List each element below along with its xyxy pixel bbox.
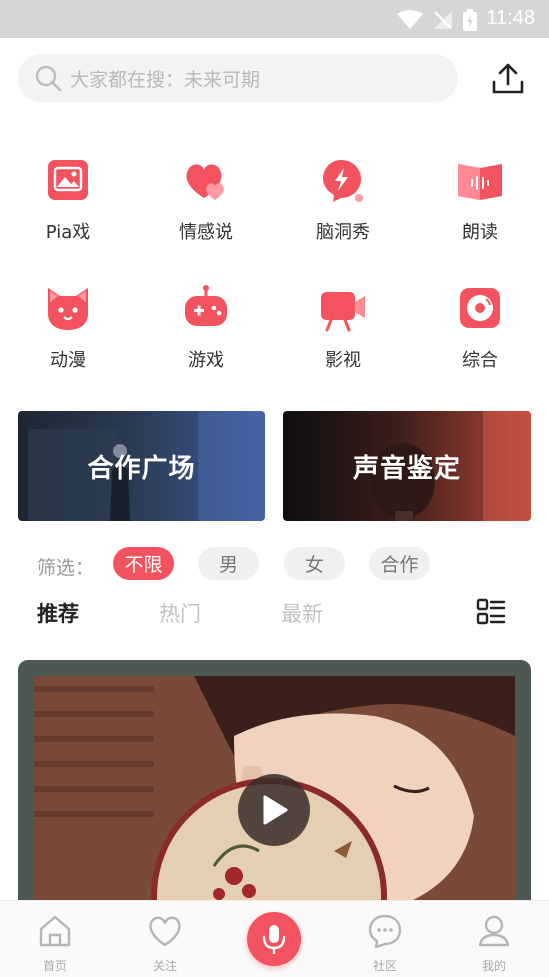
play-icon [263, 795, 288, 825]
category-emotion[interactable]: 情感说 [151, 156, 261, 244]
search-bar[interactable]: 大家都在搜：未来可期 [18, 54, 458, 102]
upload-icon[interactable] [490, 62, 526, 96]
record-disc-icon [460, 288, 500, 328]
category-label: 影视 [325, 350, 361, 371]
hearts-icon [186, 164, 224, 200]
nav-community[interactable]: 社区 [345, 901, 425, 974]
banner-cooperation-square[interactable]: 合作广场 [18, 411, 265, 521]
category-film[interactable]: 影视 [288, 284, 398, 372]
heart-icon [149, 916, 181, 947]
category-label: 朗读 [462, 222, 498, 243]
tab-hot[interactable]: 热门 [159, 598, 201, 628]
nav-follow[interactable]: 关注 [125, 901, 205, 974]
status-time: 11:48 [486, 7, 535, 29]
category-label: 情感说 [179, 222, 233, 243]
banner-title: 合作广场 [87, 453, 196, 484]
category-game[interactable]: 游戏 [151, 284, 261, 372]
category-general[interactable]: 综合 [425, 284, 535, 372]
search-placeholder: 大家都在搜：未来可期 [70, 68, 261, 91]
nav-mine[interactable]: 我的 [454, 901, 534, 974]
nav-label: 首页 [42, 959, 67, 973]
microphone-icon [262, 925, 286, 954]
user-icon [478, 915, 510, 947]
category-label: Pia戏 [45, 222, 91, 243]
tab-latest[interactable]: 最新 [281, 598, 323, 628]
picture-icon [48, 160, 88, 200]
nav-home[interactable]: 首页 [15, 901, 95, 974]
gamepad-icon [185, 285, 227, 326]
record-button[interactable] [247, 912, 301, 966]
banner-voice-appraisal[interactable]: 声音鉴定 [283, 411, 531, 521]
category-anime[interactable]: 动漫 [13, 284, 123, 372]
nav-label: 关注 [152, 959, 177, 973]
play-button[interactable] [238, 774, 310, 846]
category-label: 综合 [462, 350, 498, 371]
category-label: 脑洞秀 [316, 222, 370, 243]
wifi-icon [397, 10, 423, 29]
category-pia[interactable]: Pia戏 [13, 156, 123, 244]
status-icons [397, 9, 477, 31]
filter-chip-cooperation[interactable]: 合作 [369, 547, 430, 580]
category-brainstorm[interactable]: 脑洞秀 [288, 156, 398, 244]
chat-bubble-icon [368, 914, 402, 949]
category-reading[interactable]: 朗读 [425, 156, 535, 244]
filter-label: 筛选： [37, 557, 95, 579]
filter-chip-male[interactable]: 男 [198, 547, 259, 580]
cat-face-icon [48, 288, 88, 330]
category-label: 游戏 [188, 350, 224, 371]
book-wave-icon [458, 164, 502, 200]
video-camera-icon [321, 292, 365, 332]
battery-icon [463, 9, 477, 31]
tab-recommend[interactable]: 推荐 [37, 598, 79, 628]
filter-chip-unlimited[interactable]: 不限 [113, 547, 174, 580]
nav-label: 我的 [481, 959, 506, 973]
nav-label: 社区 [372, 959, 397, 973]
list-view-icon[interactable] [476, 597, 506, 627]
home-icon [39, 915, 71, 947]
category-label: 动漫 [50, 350, 86, 371]
filter-chip-female[interactable]: 女 [284, 547, 345, 580]
search-icon [35, 65, 62, 92]
banner-title: 声音鉴定 [352, 453, 461, 484]
lightning-bubble-icon [323, 160, 363, 202]
status-bar: 11:48 [0, 0, 549, 38]
no-signal-icon [434, 11, 452, 29]
